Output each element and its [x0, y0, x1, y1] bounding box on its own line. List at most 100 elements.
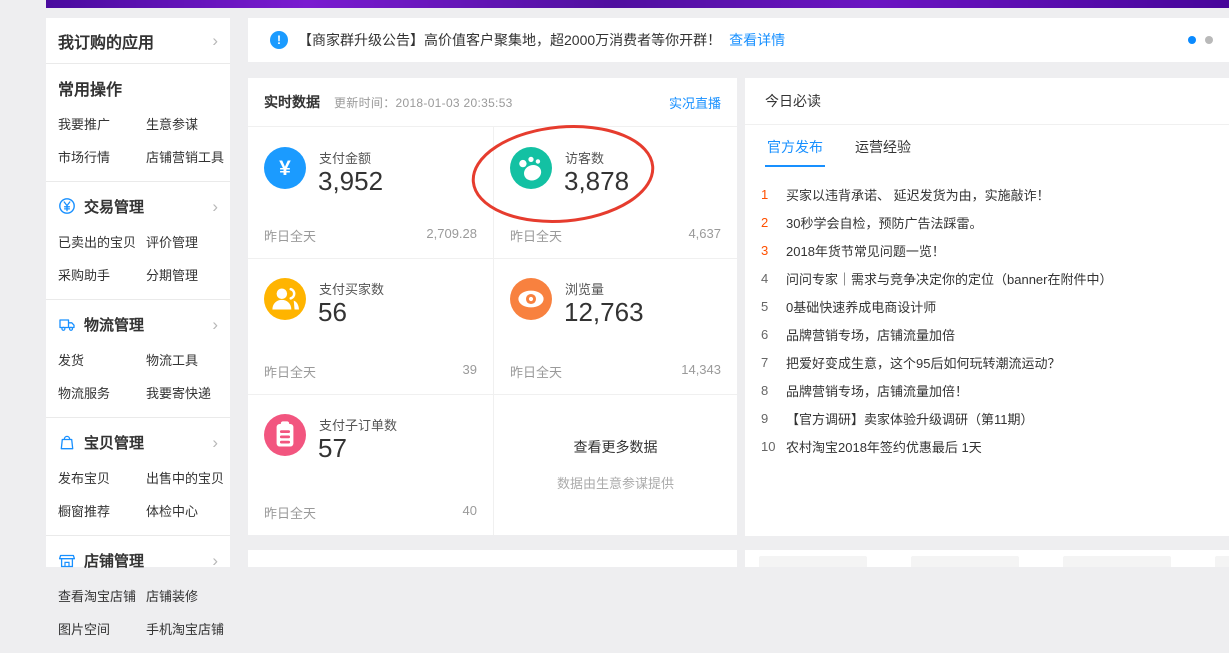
today-header: 今日必读	[745, 78, 1229, 125]
list-item[interactable]: 8 品牌营销专场，店铺流量加倍！	[761, 376, 1211, 404]
sidebar-item-trade[interactable]: 交易管理 ›	[58, 195, 218, 217]
item-number: 4	[761, 271, 786, 286]
sidebar-link[interactable]: 店铺装修	[146, 586, 224, 605]
sidebar-link[interactable]: 物流工具	[146, 350, 218, 369]
metrics-grid: ¥ 支付金额 3,952 昨日全天 2,709.28 访客数 3,878 昨日全…	[248, 127, 737, 535]
metric-value: 12,763	[564, 297, 644, 328]
pagination-dot-active[interactable]	[1188, 36, 1196, 44]
yesterday-label: 昨日全天	[510, 226, 562, 245]
item-text: 0基础快速养成电商设计师	[786, 297, 936, 316]
chevron-right-icon: ›	[212, 552, 218, 569]
sidebar-link[interactable]: 生意参谋	[146, 114, 224, 133]
yesterday-value: 39	[463, 362, 477, 381]
yesterday-value: 4,637	[688, 226, 721, 245]
tab-operation-experience[interactable]: 运营经验	[853, 125, 913, 167]
placeholder-block	[1063, 556, 1171, 567]
sidebar-link[interactable]: 体检中心	[146, 501, 224, 520]
announcement-detail-link[interactable]: 查看详情	[729, 30, 785, 50]
yesterday-value: 14,343	[681, 362, 721, 381]
item-number: 5	[761, 299, 786, 314]
sidebar-section-shop: 店铺管理 › 查看淘宝店铺 店铺装修 图片空间 手机淘宝店铺	[58, 536, 218, 653]
metric-value: 57	[318, 433, 347, 464]
bag-icon	[58, 433, 76, 451]
placeholder-block	[1215, 556, 1229, 567]
info-icon: !	[270, 31, 288, 49]
metric-card-pageviews[interactable]: 浏览量 12,763 昨日全天 14,343	[494, 258, 737, 394]
item-number: 6	[761, 327, 786, 342]
sidebar-link[interactable]: 发货	[58, 350, 146, 369]
sidebar-section-logistics: 物流管理 › 发货 物流工具 物流服务 我要寄快递	[58, 300, 218, 417]
subscribed-apps-label: 我订购的应用	[58, 29, 154, 53]
sidebar-link[interactable]: 物流服务	[58, 383, 146, 402]
sidebar-link[interactable]: 我要推广	[58, 114, 146, 133]
metric-card-paying-buyers[interactable]: 支付买家数 56 昨日全天 39	[248, 258, 493, 394]
section-label: 物流管理	[84, 314, 144, 335]
list-item[interactable]: 6 品牌营销专场，店铺流量加倍	[761, 320, 1211, 348]
update-time-value: 2018-01-03 20:35:53	[396, 96, 513, 110]
metric-card-payment-amount[interactable]: ¥ 支付金额 3,952 昨日全天 2,709.28	[248, 127, 493, 258]
item-text: 品牌营销专场，店铺流量加倍	[786, 325, 955, 344]
item-text: 问问专家｜需求与竞争决定你的定位（banner在附件中）	[786, 269, 1112, 288]
panel-title: 今日必读	[765, 91, 821, 111]
today-must-read-panel: 今日必读 官方发布 运营经验 1 买家以违背承诺、 延迟发货为由，实施敲诈！ 2…	[745, 78, 1229, 536]
today-tabs: 官方发布 运营经验	[745, 125, 1229, 167]
metric-value: 3,878	[564, 166, 629, 197]
sidebar-link[interactable]: 图片空间	[58, 619, 146, 638]
announcement-pagination	[1188, 36, 1213, 44]
sidebar-link[interactable]: 分期管理	[146, 265, 218, 284]
sidebar-link[interactable]: 已卖出的宝贝	[58, 232, 146, 251]
sidebar-link[interactable]: 出售中的宝贝	[146, 468, 224, 487]
sidebar-link[interactable]: 评价管理	[146, 232, 218, 251]
live-broadcast-link[interactable]: 实况直播	[669, 93, 721, 112]
realtime-header: 实时数据 更新时间：2018-01-03 20:35:53 实况直播	[248, 78, 737, 127]
sidebar-link[interactable]: 我要寄快递	[146, 383, 218, 402]
list-item[interactable]: 9 【官方调研】卖家体验升级调研（第11期）	[761, 404, 1211, 432]
view-more-data-link[interactable]: 查看更多数据	[574, 437, 658, 457]
item-text: 把爱好变成生意，这个95后如何玩转潮流运动？	[786, 353, 1060, 372]
sidebar-section-trade: 交易管理 › 已卖出的宝贝 评价管理 采购助手 分期管理	[58, 182, 218, 299]
list-item[interactable]: 1 买家以违背承诺、 延迟发货为由，实施敲诈！	[761, 180, 1211, 208]
item-number: 7	[761, 355, 786, 370]
sidebar-link[interactable]: 店铺营销工具	[146, 147, 224, 166]
yen-circle-icon	[58, 197, 76, 215]
list-item[interactable]: 3 2018年货节常见问题一览！	[761, 236, 1211, 264]
item-number: 8	[761, 383, 786, 398]
sidebar-link[interactable]: 手机淘宝店铺	[146, 619, 224, 638]
sidebar-item-subscribed-apps[interactable]: 我订购的应用 ›	[58, 18, 218, 63]
orders-icon	[264, 414, 306, 456]
item-text: 买家以违背承诺、 延迟发货为由，实施敲诈！	[786, 185, 1050, 204]
sidebar-item-items[interactable]: 宝贝管理 ›	[58, 431, 218, 453]
item-number: 3	[761, 243, 786, 258]
sidebar-item-logistics[interactable]: 物流管理 ›	[58, 313, 218, 335]
announcement-bar: ! 【商家群升级公告】高价值客户聚集地，超2000万消费者等你开群！ 查看详情	[248, 18, 1229, 62]
sidebar-item-shop[interactable]: 店铺管理 ›	[58, 549, 218, 571]
sidebar-link[interactable]: 橱窗推荐	[58, 501, 146, 520]
item-number: 9	[761, 411, 786, 426]
item-number: 10	[761, 439, 786, 454]
news-list: 1 买家以违背承诺、 延迟发货为由，实施敲诈！ 2 30秒学会自检，预防广告法踩…	[745, 167, 1229, 460]
sidebar-section-items: 宝贝管理 › 发布宝贝 出售中的宝贝 橱窗推荐 体检中心	[58, 418, 218, 535]
tab-official-release[interactable]: 官方发布	[765, 125, 825, 167]
sidebar-link[interactable]: 采购助手	[58, 265, 146, 284]
list-item[interactable]: 4 问问专家｜需求与竞争决定你的定位（banner在附件中）	[761, 264, 1211, 292]
sidebar-link[interactable]: 市场行情	[58, 147, 146, 166]
list-item[interactable]: 2 30秒学会自检，预防广告法踩雷。	[761, 208, 1211, 236]
sidebar-link[interactable]: 发布宝贝	[58, 468, 146, 487]
section-label: 店铺管理	[84, 550, 144, 571]
metric-card-visitors[interactable]: 访客数 3,878 昨日全天 4,637	[494, 127, 737, 258]
pagination-dot[interactable]	[1205, 36, 1213, 44]
update-time: 更新时间：2018-01-03 20:35:53	[334, 94, 513, 111]
list-item[interactable]: 7 把爱好变成生意，这个95后如何玩转潮流运动？	[761, 348, 1211, 376]
list-item[interactable]: 5 0基础快速养成电商设计师	[761, 292, 1211, 320]
item-text: 2018年货节常见问题一览！	[786, 241, 945, 260]
yen-icon: ¥	[264, 147, 306, 189]
metric-card-sub-orders[interactable]: 支付子订单数 57 昨日全天 40	[248, 394, 493, 535]
sidebar-section-common: 常用操作 我要推广 生意参谋 市场行情 店铺营销工具	[58, 64, 218, 181]
item-number: 2	[761, 215, 786, 230]
yesterday-label: 昨日全天	[264, 362, 316, 381]
sidebar-link[interactable]: 查看淘宝店铺	[58, 586, 146, 605]
yesterday-value: 40	[463, 503, 477, 522]
footprint-icon	[510, 147, 552, 189]
list-item[interactable]: 10 农村淘宝2018年签约优惠最后 1天	[761, 432, 1211, 460]
eye-icon	[510, 278, 552, 320]
